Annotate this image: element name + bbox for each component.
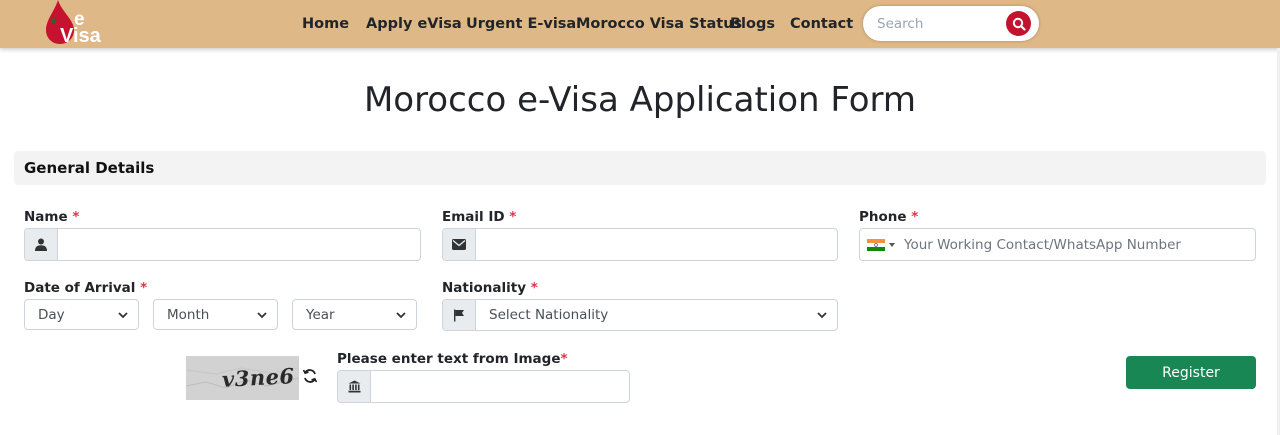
chevron-down-icon	[396, 312, 406, 319]
month-select-value: Month	[167, 306, 210, 323]
year-select[interactable]: Year	[292, 299, 417, 330]
page-title: Morocco e-Visa Application Form	[363, 80, 917, 120]
captcha-input-group	[337, 370, 630, 403]
captcha-label-text: Please enter text from Image	[337, 351, 561, 367]
nationality-label: Nationality *	[442, 280, 538, 296]
india-flag-icon[interactable]	[867, 239, 885, 251]
phone-label-text: Phone	[859, 209, 907, 225]
phone-label: Phone *	[859, 209, 918, 225]
required-mark: *	[140, 280, 148, 296]
email-label-text: Email ID	[442, 209, 505, 225]
phone-input[interactable]	[904, 229, 1252, 260]
arrival-label: Date of Arrival *	[24, 280, 147, 296]
month-select[interactable]: Month	[153, 299, 278, 330]
nav-urgent-evisa[interactable]: Urgent E-visa	[466, 15, 576, 33]
captcha-input[interactable]	[371, 371, 629, 402]
required-mark: *	[911, 209, 919, 225]
email-input[interactable]	[476, 229, 837, 260]
captcha-text: v3ne6	[221, 363, 296, 392]
captcha-addon	[338, 371, 371, 402]
captcha-label: Please enter text from Image*	[337, 351, 568, 367]
required-mark: *	[530, 280, 538, 296]
required-mark: *	[560, 351, 568, 367]
name-label: Name *	[24, 209, 79, 225]
section-title: General Details	[24, 159, 155, 177]
section-header: General Details	[14, 151, 1266, 185]
required-mark: *	[72, 209, 80, 225]
phone-input-group	[859, 228, 1256, 261]
search-box	[863, 6, 1039, 41]
user-icon	[35, 238, 47, 251]
name-label-text: Name	[24, 209, 68, 225]
search-icon	[1012, 17, 1026, 31]
email-addon	[443, 229, 476, 260]
nationality-select-value: Select Nationality	[489, 307, 609, 323]
top-navbar: e Visa Home Apply eVisa Urgent E-visa Mo…	[0, 0, 1280, 48]
nationality-input-group: Select Nationality	[442, 299, 838, 331]
day-select-value: Day	[38, 306, 65, 323]
refresh-icon[interactable]	[302, 368, 318, 384]
envelope-icon	[452, 239, 466, 250]
nationality-select[interactable]: Select Nationality	[476, 300, 837, 330]
register-button[interactable]: Register	[1126, 356, 1256, 389]
chevron-down-icon	[257, 312, 267, 319]
nav-contact[interactable]: Contact	[790, 15, 853, 33]
chevron-down-icon	[817, 312, 827, 319]
nav-apply-evisa[interactable]: Apply eVisa	[366, 15, 462, 33]
day-select[interactable]: Day	[24, 299, 139, 330]
nationality-label-text: Nationality	[442, 280, 526, 296]
chevron-down-icon	[118, 312, 128, 319]
building-icon	[348, 380, 360, 393]
name-input-group	[24, 228, 421, 261]
email-input-group	[442, 228, 838, 261]
arrival-label-text: Date of Arrival	[24, 280, 136, 296]
name-addon	[25, 229, 58, 260]
search-button[interactable]	[1006, 11, 1031, 36]
email-label: Email ID *	[442, 209, 516, 225]
flag-icon	[454, 309, 464, 321]
country-dropdown-icon[interactable]	[889, 243, 895, 247]
required-mark: *	[509, 209, 517, 225]
logo-text-visa: Visa	[60, 25, 101, 47]
search-input[interactable]	[877, 14, 1001, 34]
name-input[interactable]	[58, 229, 420, 260]
year-select-value: Year	[306, 306, 335, 323]
nationality-addon	[443, 300, 476, 330]
nav-home[interactable]: Home	[302, 15, 349, 33]
nav-visa-status[interactable]: Morocco Visa Status	[576, 15, 742, 33]
nav-blogs[interactable]: Blogs	[730, 15, 775, 33]
captcha-image: v3ne6	[186, 356, 299, 400]
